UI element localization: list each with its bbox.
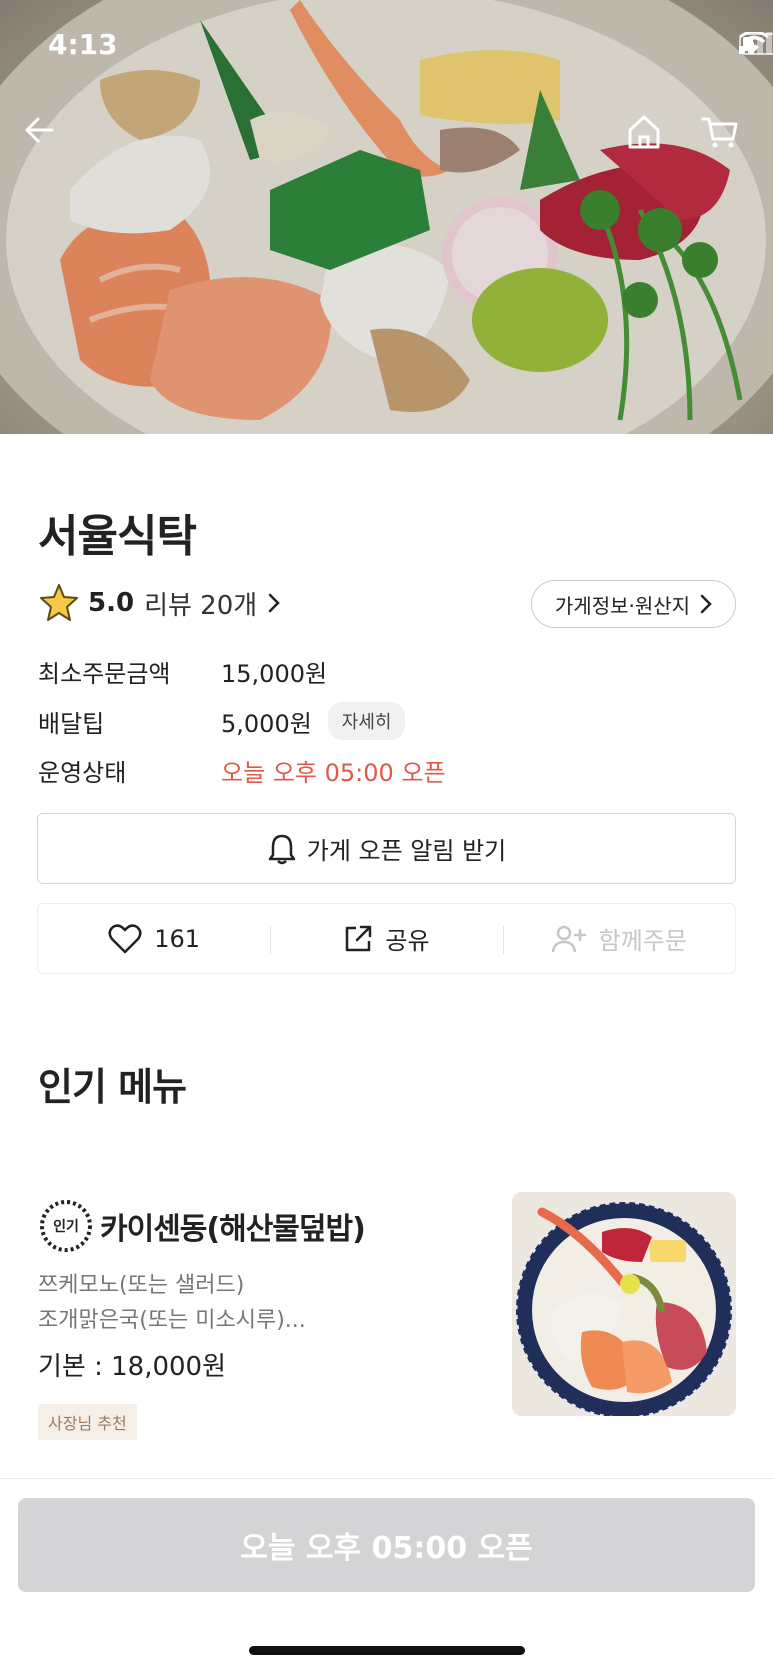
popular-badge-label: 인기	[53, 1219, 79, 1235]
back-arrow-icon	[25, 117, 54, 143]
min-order-row: 최소주문금액 15,000원	[38, 653, 327, 689]
menu-description-line: 쯔케모노(또는 샐러드)	[38, 1273, 245, 1298]
home-button[interactable]	[624, 112, 676, 164]
owner-recommend-tag: 사장님 추천	[38, 1404, 137, 1440]
operation-status-row: 운영상태 오늘 오후 05:00 오픈	[38, 752, 446, 788]
review-count: 리뷰 20개	[144, 590, 258, 621]
home-indicator	[249, 1646, 525, 1655]
chevron-right-icon	[700, 594, 712, 614]
group-order-label: 함께주문	[598, 927, 687, 955]
operation-status-value: 오늘 오후 05:00 오픈	[221, 758, 446, 787]
open-alarm-button[interactable]: 가게 오픈 알림 받기	[37, 813, 736, 884]
store-name: 서율식탁	[38, 511, 197, 562]
open-alarm-label: 가게 오픈 알림 받기	[306, 837, 507, 865]
menu-photo	[512, 1192, 736, 1416]
share-label: 공유	[385, 927, 430, 955]
delivery-tip-detail-button[interactable]: 자세히	[327, 702, 406, 740]
kaisendon-photo-illustration	[512, 1192, 736, 1416]
group-order-button[interactable]: 함께주문	[502, 904, 735, 973]
min-order-label: 최소주문금액	[38, 659, 171, 688]
store-info-origin-label: 가게정보·원산지	[554, 593, 691, 618]
menu-description-line: 조개맑은국(또는 미소시루)...	[38, 1308, 306, 1333]
status-time: 4:13	[48, 28, 118, 61]
menu-name: 카이센동(해산물덮밥)	[100, 1212, 366, 1247]
operation-status-label: 운영상태	[38, 758, 127, 787]
back-button[interactable]	[22, 112, 74, 164]
rating-row[interactable]: 5.0 리뷰 20개	[38, 580, 281, 626]
battery-icon	[739, 33, 773, 55]
share-icon	[346, 925, 372, 951]
like-count: 161	[154, 924, 201, 953]
popular-menu-title: 인기 메뉴	[38, 1065, 187, 1109]
status-bar: 4:13	[0, 0, 773, 92]
rating-score: 5.0	[88, 588, 135, 618]
star-icon	[40, 584, 78, 621]
menu-price: 기본 : 18,000원	[38, 1352, 227, 1382]
bottom-divider	[0, 1478, 773, 1479]
add-person-icon	[551, 925, 586, 952]
min-order-value: 15,000원	[221, 659, 328, 688]
popular-badge: 인기	[38, 1198, 94, 1254]
home-icon	[628, 115, 660, 149]
heart-icon	[108, 923, 142, 953]
bell-icon	[268, 834, 295, 864]
menu-item[interactable]: 인기 카이센동(해산물덮밥) 쯔케모노(또는 샐러드) 조개맑은국(또는 미소시…	[0, 1180, 773, 1480]
order-cta-button[interactable]: 오늘 오후 05:00 오픈	[18, 1498, 755, 1592]
store-hero-image: 4:13	[0, 0, 773, 434]
like-button[interactable]: 161	[38, 904, 270, 973]
store-info-origin-button[interactable]: 가게정보·원산지	[531, 580, 736, 628]
delivery-tip-row: 배달팁 5,000원 자세히	[38, 702, 406, 740]
delivery-tip-value: 5,000원	[221, 709, 312, 738]
menu-name-row: 인기 카이센동(해산물덮밥)	[38, 1198, 366, 1254]
action-bar: 161 공유 함께주문	[37, 903, 736, 974]
cart-button[interactable]	[700, 112, 752, 164]
share-button[interactable]: 공유	[270, 904, 502, 973]
delivery-tip-label: 배달팁	[38, 709, 105, 738]
menu-description: 쯔케모노(또는 샐러드) 조개맑은국(또는 미소시루)...	[38, 1268, 458, 1338]
chevron-right-icon	[268, 593, 280, 613]
cart-icon	[701, 117, 738, 148]
